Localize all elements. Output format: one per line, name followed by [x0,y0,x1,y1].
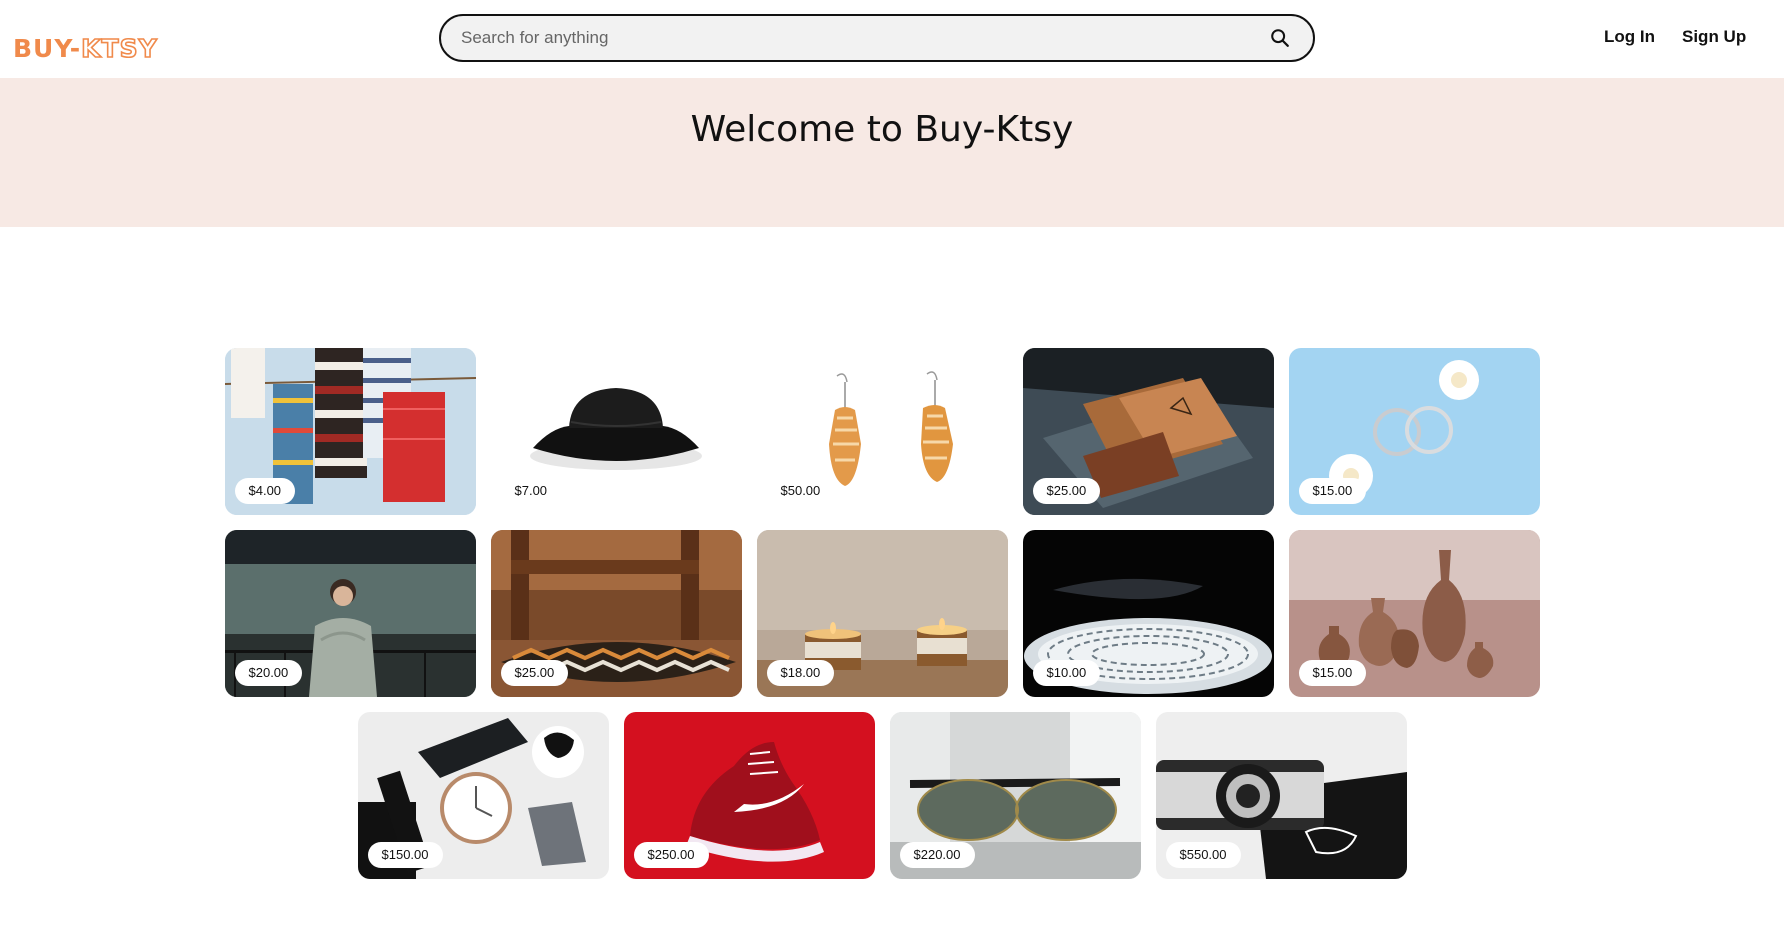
price-badge: $25.00 [500,660,569,686]
price-badge: $250.00 [633,842,709,868]
product-card[interactable]: $18.00 [756,530,1008,697]
top-header: BUY-KTSY Log In Sign Up [0,0,1784,78]
signup-link[interactable]: Sign Up [1682,26,1746,48]
search-bar [439,14,1315,62]
price-badge: $18.00 [766,660,835,686]
product-card[interactable]: $150.00 [357,712,609,879]
product-card[interactable]: $25.00 [1022,348,1274,515]
product-row: $4.00 $7.00 $50.00 $25.00 $15.00 [224,348,1540,515]
login-link[interactable]: Log In [1604,26,1655,48]
price-badge: $15.00 [1298,660,1367,686]
product-card[interactable]: $15.00 [1288,530,1540,697]
banner-title: Welcome to Buy-Ktsy [690,109,1074,150]
product-card[interactable]: $250.00 [623,712,875,879]
product-card[interactable]: $7.00 [490,348,742,515]
logo-suffix: KTSY [80,33,158,64]
product-grid: $4.00 $7.00 $50.00 $25.00 $15.00 $20.00 … [224,348,1540,894]
price-badge: $20.00 [234,660,303,686]
product-row: $150.00 $250.00 $220.00 $550.00 [224,712,1540,879]
product-card[interactable]: $550.00 [1155,712,1407,879]
price-badge: $50.00 [766,478,835,504]
search-input[interactable] [459,16,1239,60]
logo-prefix: BUY- [13,34,82,63]
price-badge: $4.00 [234,478,296,504]
site-logo[interactable]: BUY-KTSY [13,33,158,64]
product-card[interactable]: $50.00 [756,348,1008,515]
product-card[interactable]: $15.00 [1288,348,1540,515]
price-badge: $10.00 [1032,660,1101,686]
price-badge: $550.00 [1165,842,1241,868]
price-badge: $150.00 [367,842,443,868]
product-card[interactable]: $220.00 [889,712,1141,879]
search-icon[interactable] [1269,27,1291,49]
product-row: $20.00 $25.00 $18.00 $10.00 $15.00 [224,530,1540,697]
product-card[interactable]: $25.00 [490,530,742,697]
price-badge: $220.00 [899,842,975,868]
welcome-banner: Welcome to Buy-Ktsy [0,78,1784,227]
product-card[interactable]: $20.00 [224,530,476,697]
price-badge: $15.00 [1298,478,1367,504]
price-badge: $7.00 [500,478,562,504]
price-badge: $25.00 [1032,478,1101,504]
product-card[interactable]: $10.00 [1022,530,1274,697]
product-card[interactable]: $4.00 [224,348,476,515]
